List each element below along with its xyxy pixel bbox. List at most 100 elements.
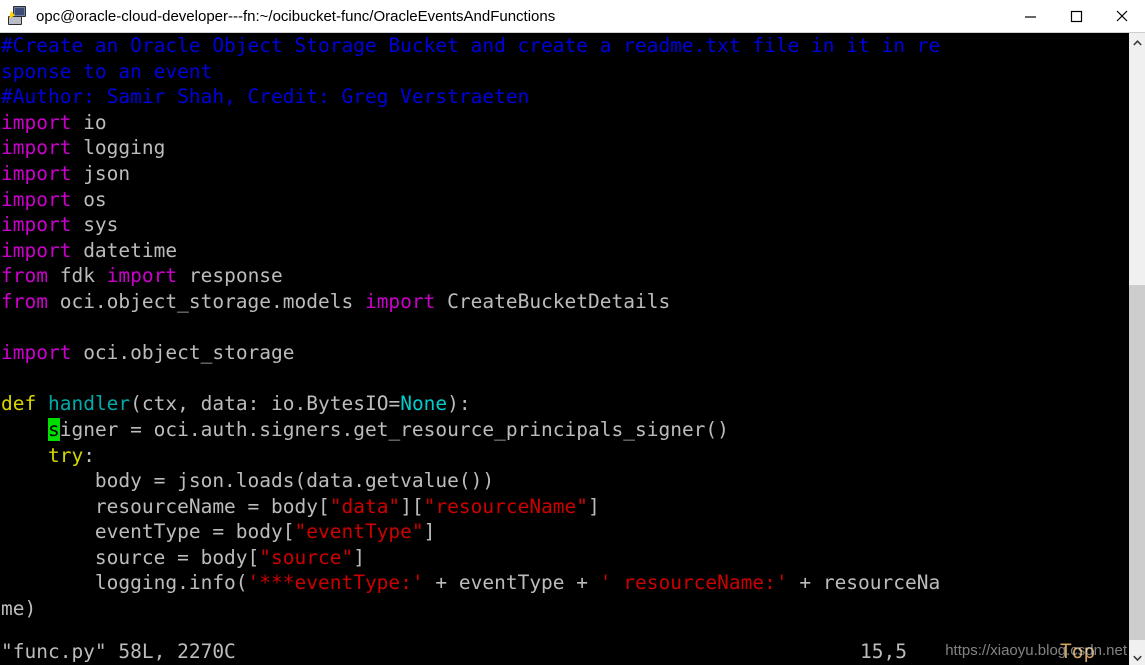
maximize-button[interactable] bbox=[1053, 0, 1099, 32]
scrollbar-down-button[interactable] bbox=[1129, 648, 1145, 665]
code-line: #Create an Oracle Object Storage Bucket … bbox=[1, 33, 1128, 59]
code-token: ' resourceName:' bbox=[599, 571, 788, 595]
code-line: signer = oci.auth.signers.get_resource_p… bbox=[1, 417, 1128, 443]
code-token: igner = oci.auth.signers.get_resource_pr… bbox=[59, 417, 729, 441]
code-line: import sys bbox=[1, 212, 1128, 238]
code-token: '***eventType:' bbox=[247, 571, 424, 595]
code-token: ] bbox=[353, 545, 365, 569]
code-line: body = json.loads(data.getvalue()) bbox=[1, 468, 1128, 494]
code-token: ][ bbox=[400, 494, 424, 518]
code-line: import datetime bbox=[1, 238, 1128, 264]
code-line: eventType = body["eventType"] bbox=[1, 519, 1128, 545]
code-token: import bbox=[364, 289, 436, 313]
code-token: ): bbox=[447, 392, 471, 416]
code-token: ] bbox=[423, 520, 436, 544]
close-icon bbox=[1115, 9, 1129, 23]
code-token: oci.object_storage bbox=[71, 341, 295, 365]
code-token: resourceName = body[ bbox=[1, 494, 330, 518]
putty-terminal-window: opc@oracle-cloud-developer---fn:~/ocibuc… bbox=[0, 0, 1145, 665]
code-token: None bbox=[400, 392, 448, 416]
code-token: oci.object_storage.models bbox=[47, 289, 365, 313]
vim-status-line: "func.py" 58L, 2270C 15,5 Top bbox=[0, 638, 1128, 665]
code-token: import bbox=[1, 213, 72, 237]
code-token: "eventType" bbox=[294, 520, 424, 544]
window-controls bbox=[1007, 0, 1145, 32]
minimize-button[interactable] bbox=[1007, 0, 1053, 32]
scrollbar-track[interactable] bbox=[1129, 50, 1145, 648]
code-line: #Author: Samir Shah, Credit: Greg Verstr… bbox=[1, 84, 1128, 110]
code-token: CreateBucketDetails bbox=[435, 289, 671, 313]
code-token: sponse to an event bbox=[1, 59, 213, 83]
code-token: import bbox=[106, 264, 178, 288]
code-token: (ctx, data: io.BytesIO= bbox=[130, 392, 401, 416]
code-line-wrapped: sponse to an event bbox=[1, 59, 1128, 85]
chevron-up-icon bbox=[1132, 33, 1142, 51]
code-token: from bbox=[1, 264, 48, 288]
code-token: def bbox=[1, 392, 37, 416]
status-cursor-position: 15,5 bbox=[860, 640, 907, 663]
code-token: import bbox=[1, 136, 72, 160]
vertical-scrollbar[interactable] bbox=[1128, 33, 1145, 665]
code-token: response bbox=[177, 264, 283, 288]
code-token: from bbox=[1, 289, 48, 313]
scrollbar-thumb[interactable] bbox=[1129, 285, 1145, 640]
code-token: import bbox=[1, 161, 72, 185]
code-token: body = json.loads(data.getvalue()) bbox=[1, 469, 495, 493]
scrollbar-up-button[interactable] bbox=[1129, 33, 1145, 50]
code-token: "data" bbox=[329, 494, 401, 518]
code-token: json bbox=[71, 161, 131, 185]
code-token: logging.info( bbox=[1, 571, 248, 595]
code-line: import os bbox=[1, 187, 1128, 213]
code-token: #Create an Oracle Object Storage Bucket … bbox=[1, 34, 941, 57]
code-token: import bbox=[1, 341, 72, 365]
code-line: import logging bbox=[1, 135, 1128, 161]
code-token: datetime bbox=[71, 238, 178, 262]
window-titlebar[interactable]: opc@oracle-cloud-developer---fn:~/ocibuc… bbox=[0, 0, 1145, 33]
code-line: try: bbox=[1, 443, 1128, 469]
code-token: import bbox=[1, 110, 72, 134]
code-token: me) bbox=[1, 597, 37, 621]
code-token: import bbox=[1, 187, 72, 211]
code-token: io bbox=[71, 110, 107, 134]
code-line: source = body["source"] bbox=[1, 545, 1128, 571]
code-line: def handler(ctx, data: io.BytesIO=None): bbox=[1, 391, 1128, 417]
code-token: "source" bbox=[259, 545, 354, 569]
status-file-info: "func.py" 58L, 2270C bbox=[1, 640, 236, 663]
code-token: ] bbox=[588, 494, 600, 518]
code-line: logging.info('***eventType:' + eventType… bbox=[1, 570, 1128, 596]
code-line: import json bbox=[1, 161, 1128, 187]
code-line: resourceName = body["data"]["resourceNam… bbox=[1, 494, 1128, 520]
code-token: try bbox=[47, 443, 84, 467]
code-line-wrapped: me) bbox=[1, 596, 1128, 622]
terminal-body: #Create an Oracle Object Storage Bucket … bbox=[0, 33, 1145, 665]
code-token: "resourceName" bbox=[423, 494, 589, 518]
chevron-down-icon bbox=[1132, 648, 1142, 665]
code-token: eventType = body[ bbox=[1, 520, 295, 544]
minimize-icon bbox=[1024, 10, 1037, 23]
code-token: #Author: Samir Shah, Credit: Greg Verstr… bbox=[1, 85, 530, 109]
putty-terminal-icon bbox=[7, 5, 29, 27]
window-title: opc@oracle-cloud-developer---fn:~/ocibuc… bbox=[36, 7, 556, 25]
code-token: sys bbox=[71, 213, 119, 237]
code-token: import bbox=[1, 238, 72, 262]
editor-cursor: s bbox=[47, 417, 60, 441]
code-token: + eventType + bbox=[423, 571, 600, 595]
vim-editor-buffer[interactable]: #Create an Oracle Object Storage Bucket … bbox=[0, 33, 1128, 665]
code-line: import io bbox=[1, 110, 1128, 136]
code-line: from oci.object_storage.models import Cr… bbox=[1, 289, 1128, 315]
maximize-icon bbox=[1070, 10, 1083, 23]
code-token: source = body[ bbox=[1, 545, 260, 569]
status-scroll-state: Top bbox=[1060, 640, 1096, 663]
close-button[interactable] bbox=[1099, 0, 1145, 32]
code-token: + resourceNa bbox=[787, 571, 941, 595]
code-token: : bbox=[83, 443, 95, 467]
code-token: handler bbox=[47, 392, 131, 416]
code-token: logging bbox=[71, 136, 166, 160]
code-line: import oci.object_storage bbox=[1, 340, 1128, 366]
code-token: os bbox=[71, 187, 107, 211]
